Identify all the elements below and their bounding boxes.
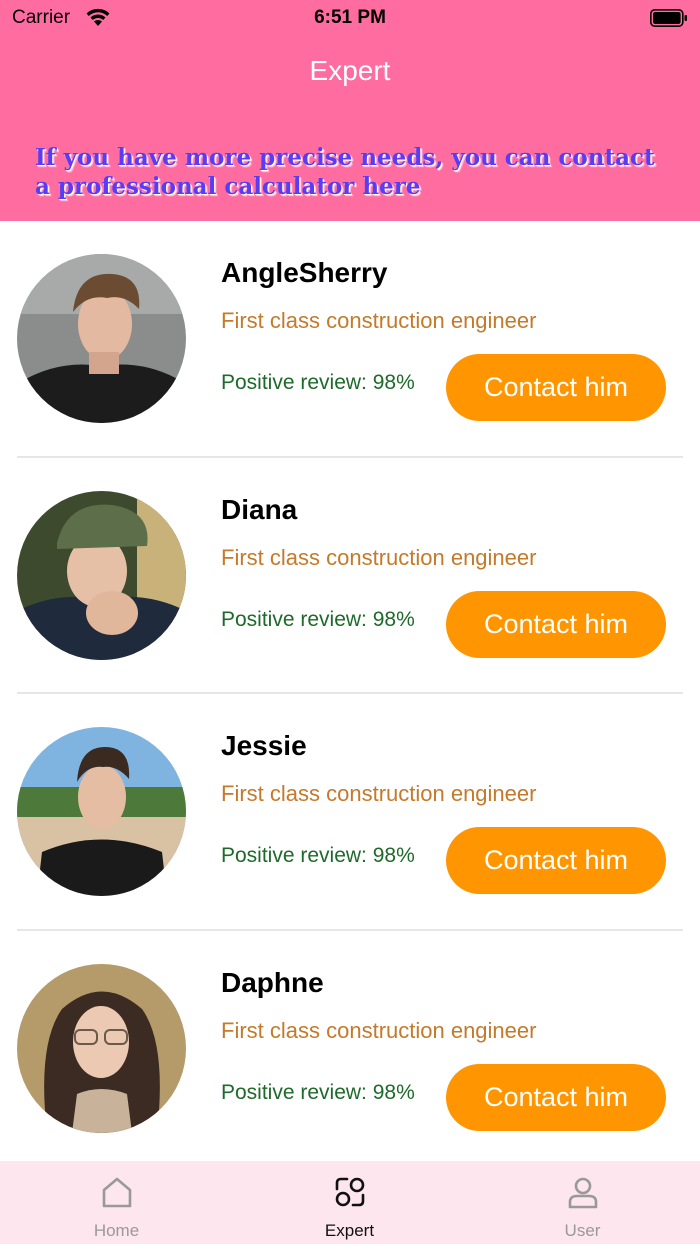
tab-label: User: [564, 1221, 601, 1240]
expert-icon: [335, 1177, 364, 1207]
tab-home[interactable]: Home: [0, 1161, 233, 1244]
header: Carrier 6:51 PM Expert If you have more …: [0, 0, 700, 221]
expert-row: Daphne First class construction engineer…: [0, 931, 700, 1168]
expert-name: AngleSherry: [221, 257, 388, 288]
banner-text: If you have more precise needs, you can …: [35, 144, 655, 200]
status-time: 6:51 PM: [314, 7, 386, 28]
expert-row: Jessie First class construction engineer…: [0, 694, 700, 931]
expert-review: Positive review: 98%: [221, 844, 415, 867]
expert-review: Positive review: 98%: [221, 1080, 415, 1104]
expert-row: AngleSherry First class construction eng…: [0, 221, 700, 458]
expert-name: Daphne: [221, 966, 324, 998]
battery-icon: [650, 9, 687, 27]
expert-name: Jessie: [221, 730, 307, 761]
expert-title: First class construction engineer: [221, 544, 537, 570]
tab-expert[interactable]: Expert: [233, 1161, 466, 1244]
expert-list: AngleSherry First class construction eng…: [0, 221, 700, 1167]
avatar: [17, 727, 186, 896]
home-icon: [102, 1177, 131, 1208]
page-title: Expert: [309, 55, 391, 86]
expert-title: First class construction engineer: [221, 1017, 537, 1043]
expert-title: First class construction engineer: [221, 308, 537, 333]
contact-button[interactable]: Contact him: [446, 827, 666, 894]
expert-review: Positive review: 98%: [221, 607, 415, 631]
tab-label: Expert: [324, 1221, 375, 1240]
expert-review: Positive review: 98%: [221, 371, 415, 394]
expert-title: First class construction engineer: [221, 781, 537, 806]
tab-label: Home: [93, 1221, 140, 1240]
expert-row: Diana First class construction engineer …: [0, 458, 700, 694]
contact-button[interactable]: Contact him: [446, 1063, 666, 1131]
tab-bar: Home Expert User: [0, 1161, 700, 1244]
avatar: [17, 490, 186, 660]
contact-button[interactable]: Contact him: [446, 354, 666, 421]
avatar: [17, 254, 186, 423]
contact-button[interactable]: Contact him: [446, 590, 666, 658]
tab-user[interactable]: User: [466, 1161, 699, 1244]
avatar: [17, 963, 186, 1133]
status-bar: Carrier 6:51 PM: [0, 0, 700, 36]
user-icon: [568, 1177, 597, 1209]
expert-name: Diana: [221, 493, 298, 525]
